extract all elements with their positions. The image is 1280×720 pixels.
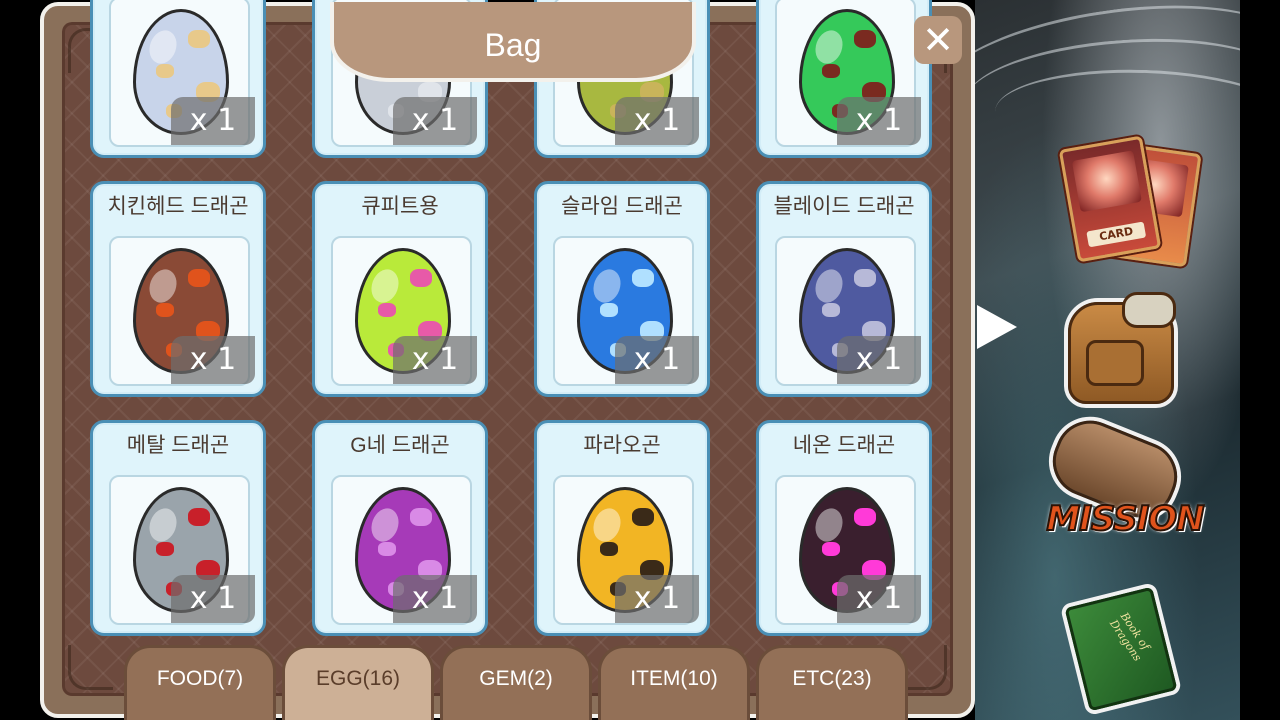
tab-item[interactable]: ITEM(10) bbox=[598, 645, 750, 720]
mission-button[interactable]: MISSION bbox=[1040, 410, 1210, 545]
tab-etc[interactable]: ETC(23) bbox=[756, 645, 908, 720]
item-quantity: x 1 bbox=[837, 575, 921, 623]
tab-egg[interactable]: EGG(16) bbox=[282, 645, 434, 720]
item-quantity: x 1 bbox=[837, 97, 921, 145]
item-quantity: x 1 bbox=[837, 336, 921, 384]
item-name: 파라오곤 bbox=[583, 434, 661, 457]
item-quantity: x 1 bbox=[615, 336, 699, 384]
item-quantity: x 1 bbox=[615, 575, 699, 623]
item-name: 큐피트용 bbox=[361, 195, 439, 218]
item-name: 블레이드 드래곤 bbox=[773, 195, 915, 218]
tab-food[interactable]: FOOD(7) bbox=[124, 645, 276, 720]
item-name: G네 드래곤 bbox=[350, 434, 450, 457]
bag-title-tab: Bag bbox=[330, 2, 696, 82]
side-panel-arrow-icon[interactable] bbox=[977, 305, 1017, 349]
item-quantity: x 1 bbox=[171, 97, 255, 145]
bag-item-card[interactable]: x 1 bbox=[90, 0, 266, 158]
bag-item-card[interactable]: x 1 bbox=[756, 0, 932, 158]
backpack-button[interactable] bbox=[1060, 292, 1180, 410]
item-quantity: x 1 bbox=[393, 336, 477, 384]
bag-item-card[interactable]: G네 드래곤 x 1 bbox=[312, 420, 488, 636]
book-icon: Book of Dragons bbox=[1064, 586, 1178, 712]
close-button[interactable]: ✕ bbox=[914, 16, 962, 64]
bag-title: Bag bbox=[484, 27, 542, 63]
bag-item-card[interactable]: 큐피트용 x 1 bbox=[312, 181, 488, 397]
bag-item-card[interactable]: 슬라임 드래곤 x 1 bbox=[534, 181, 710, 397]
bag-item-card[interactable]: 파라오곤 x 1 bbox=[534, 420, 710, 636]
item-quantity: x 1 bbox=[171, 336, 255, 384]
mission-label: MISSION bbox=[1045, 498, 1205, 540]
card-button[interactable]: CARD bbox=[1058, 135, 1202, 268]
item-name: 네온 드래곤 bbox=[792, 434, 896, 457]
item-quantity: x 1 bbox=[393, 97, 477, 145]
item-quantity: x 1 bbox=[171, 575, 255, 623]
item-quantity: x 1 bbox=[615, 97, 699, 145]
card-label: CARD bbox=[1086, 221, 1147, 248]
bag-item-card[interactable]: 네온 드래곤 x 1 bbox=[756, 420, 932, 636]
book-title: Book of Dragons bbox=[1107, 610, 1153, 664]
book-of-dragons-button[interactable]: Book of Dragons bbox=[1064, 586, 1178, 712]
bag-item-card[interactable]: 치킨헤드 드래곤 x 1 bbox=[90, 181, 266, 397]
item-name: 메탈 드래곤 bbox=[126, 434, 230, 457]
item-name: 치킨헤드 드래곤 bbox=[107, 195, 249, 218]
close-icon: ✕ bbox=[922, 18, 954, 62]
bag-item-card[interactable]: 메탈 드래곤 x 1 bbox=[90, 420, 266, 636]
item-quantity: x 1 bbox=[393, 575, 477, 623]
bag-item-card[interactable]: 블레이드 드래곤 x 1 bbox=[756, 181, 932, 397]
tab-gem[interactable]: GEM(2) bbox=[440, 645, 592, 720]
item-name: 슬라임 드래곤 bbox=[561, 195, 683, 218]
